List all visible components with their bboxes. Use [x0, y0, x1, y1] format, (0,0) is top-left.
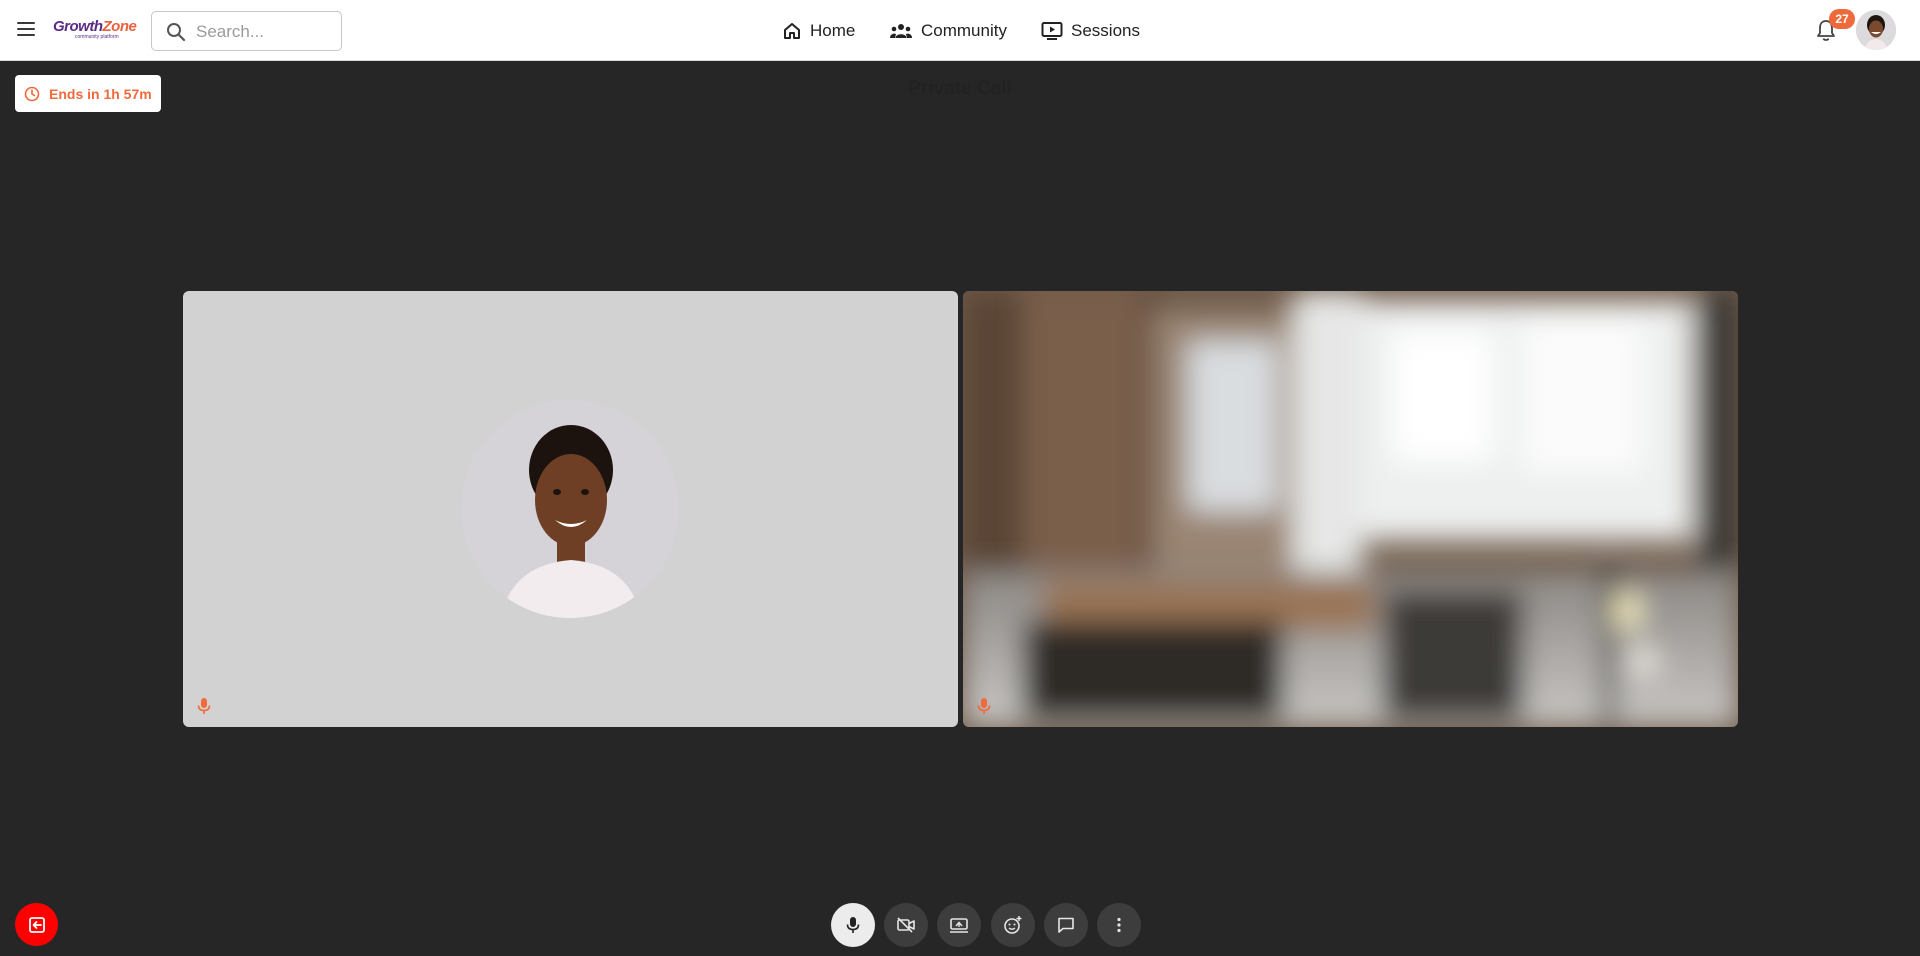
camera-off-icon: [897, 917, 915, 933]
nav-sessions-label: Sessions: [1071, 20, 1140, 40]
leave-call-button[interactable]: [15, 903, 58, 946]
play-screen-icon: [1041, 21, 1063, 40]
user-avatar[interactable]: [1856, 10, 1896, 50]
top-navigation-bar: GrowthZone community platform Home Commu…: [0, 0, 1920, 61]
search-input[interactable]: [196, 21, 332, 43]
people-icon: [890, 23, 912, 38]
nav-sessions[interactable]: Sessions: [1041, 0, 1140, 61]
participant-tile-avatar[interactable]: [183, 291, 958, 727]
microphone-toggle-button[interactable]: [831, 903, 875, 947]
share-screen-button[interactable]: [937, 903, 981, 947]
nav-community-label: Community: [921, 20, 1007, 40]
more-vertical-icon: [1117, 917, 1121, 933]
menu-icon[interactable]: [15, 19, 37, 41]
search-box[interactable]: [151, 11, 342, 51]
screen-share-icon: [950, 918, 968, 933]
microphone-icon: [846, 917, 860, 933]
participant-tile-video[interactable]: [963, 291, 1738, 727]
reactions-button[interactable]: [991, 903, 1035, 947]
search-icon: [167, 23, 186, 42]
brand-logo[interactable]: GrowthZone community platform: [53, 19, 137, 45]
microphone-icon: [197, 698, 211, 714]
home-icon: [784, 22, 800, 39]
chat-icon: [1058, 917, 1074, 933]
camera-toggle-button[interactable]: [884, 903, 928, 947]
exit-icon: [28, 916, 45, 933]
call-title: Private Call: [908, 78, 1012, 99]
chat-button[interactable]: [1044, 903, 1088, 947]
nav-home-label: Home: [810, 20, 856, 40]
participant-video-feed: [963, 291, 1738, 727]
microphone-icon: [977, 698, 991, 714]
nav-home[interactable]: Home: [782, 0, 855, 61]
nav-community[interactable]: Community: [889, 0, 1007, 61]
more-options-button[interactable]: [1097, 903, 1141, 947]
emoji-add-icon: [1004, 916, 1022, 934]
notification-count-badge: 27: [1829, 9, 1855, 29]
participant-avatar: [461, 400, 679, 618]
